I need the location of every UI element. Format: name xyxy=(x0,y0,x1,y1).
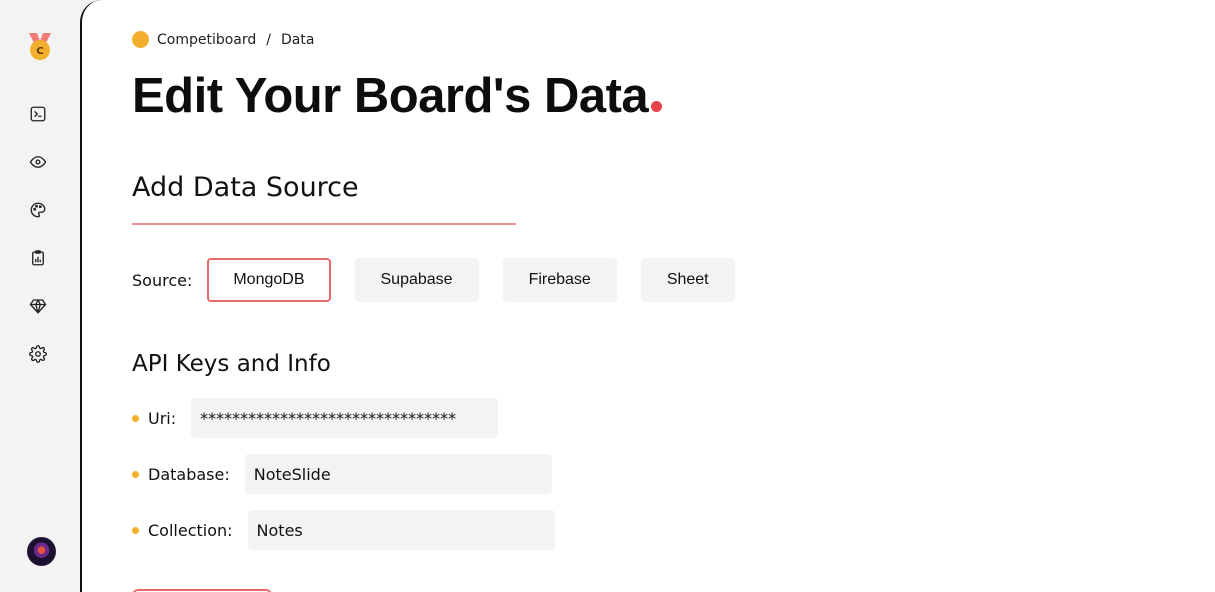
section-divider xyxy=(132,223,516,225)
collection-field-row: Collection: xyxy=(132,510,555,550)
terminal-icon[interactable] xyxy=(28,104,48,124)
source-selector: Source: MongoDB Supabase Firebase Sheet xyxy=(132,258,759,302)
source-option-sheet[interactable]: Sheet xyxy=(640,258,735,302)
medal-icon: C xyxy=(29,33,51,60)
app-window: C Competiboard / Data Edit Your Board's … xyxy=(0,0,1215,592)
collection-label: Collection: xyxy=(148,520,233,540)
source-option-firebase[interactable]: Firebase xyxy=(502,258,617,302)
breadcrumb-current: Data xyxy=(281,31,315,48)
source-option-mongodb[interactable]: MongoDB xyxy=(207,258,331,302)
sidebar: C xyxy=(0,0,80,592)
uri-input[interactable] xyxy=(191,398,499,438)
page-title-text: Edit Your Board's Data xyxy=(132,69,649,123)
bullet-icon xyxy=(132,526,139,534)
api-section-title: API Keys and Info xyxy=(132,351,331,377)
breadcrumb-dot-icon xyxy=(132,31,149,48)
collection-input[interactable] xyxy=(247,510,555,550)
diamond-icon[interactable] xyxy=(28,296,48,316)
clipboard-chart-icon[interactable] xyxy=(28,248,48,268)
bullet-icon xyxy=(132,414,139,422)
breadcrumb-root-link[interactable]: Competiboard xyxy=(157,32,256,48)
source-label: Source: xyxy=(132,270,193,290)
database-input[interactable] xyxy=(244,454,552,494)
title-accent-dot xyxy=(651,101,663,112)
uri-field-row: Uri: xyxy=(132,398,499,438)
breadcrumb-separator: / xyxy=(266,31,272,48)
svg-text:C: C xyxy=(36,46,43,57)
database-field-row: Database: xyxy=(132,454,552,494)
bullet-icon xyxy=(132,470,139,478)
main-panel: Competiboard / Data Edit Your Board's Da… xyxy=(80,0,1215,592)
palette-icon[interactable] xyxy=(28,200,48,220)
breadcrumb: Competiboard / Data xyxy=(132,31,314,48)
data-source-section-title: Add Data Source xyxy=(132,172,359,203)
uri-label: Uri: xyxy=(148,408,177,428)
eye-icon[interactable] xyxy=(28,152,48,172)
page-title: Edit Your Board's Data xyxy=(132,68,663,124)
user-avatar[interactable] xyxy=(27,537,56,566)
database-label: Database: xyxy=(148,464,230,484)
gear-icon[interactable] xyxy=(28,344,48,364)
competiboard-logo[interactable]: C xyxy=(26,31,54,61)
source-option-supabase[interactable]: Supabase xyxy=(354,258,479,302)
